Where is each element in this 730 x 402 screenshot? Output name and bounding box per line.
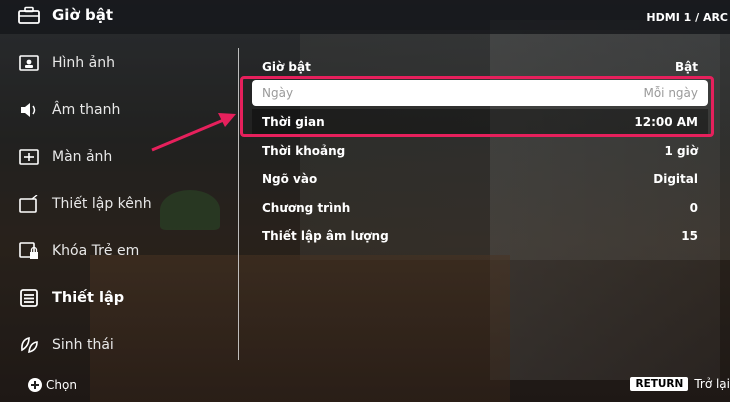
setting-label: Giờ bật <box>262 60 311 74</box>
sidebar-item-label: Khóa Trẻ em <box>52 243 140 259</box>
toolbox-icon <box>18 6 40 24</box>
sidebar-divider <box>238 48 239 360</box>
setting-row-duration[interactable]: Thời khoảng 1 giờ <box>252 138 708 164</box>
sidebar-item-eco[interactable]: Sinh thái <box>18 330 114 360</box>
pointer-arrow-icon <box>151 113 236 152</box>
select-hint: Chọn <box>28 378 77 392</box>
setting-label: Ngõ vào <box>262 172 318 186</box>
eco-leaf-icon <box>18 334 40 356</box>
sidebar-item-screen[interactable]: Màn ảnh <box>18 142 112 172</box>
return-label: Trở lại <box>694 377 730 391</box>
settings-list-icon <box>18 287 40 309</box>
header-bar: Giờ bật HDMI 1 / ARC <box>0 0 730 34</box>
setting-value: 1 giờ <box>664 144 698 158</box>
select-label: Chọn <box>46 378 77 392</box>
sidebar-item-label: Hình ảnh <box>52 55 115 71</box>
setting-value: Digital <box>653 172 698 186</box>
footer-bar: Chọn RETURN Trở lại <box>0 368 730 402</box>
input-source-label: HDMI 1 / ARC <box>646 11 728 24</box>
sidebar-item-label: Thiết lập <box>52 290 125 306</box>
sidebar-item-label: Thiết lập kênh <box>52 196 152 212</box>
sidebar: Hình ảnh Âm thanh Màn ảnh Thiết lập kênh… <box>0 34 238 364</box>
setting-value: 0 <box>689 201 698 215</box>
setting-row-program[interactable]: Chương trình 0 <box>252 195 708 221</box>
sidebar-item-channel-setup[interactable]: Thiết lập kênh <box>18 189 152 219</box>
sidebar-item-sound[interactable]: Âm thanh <box>18 95 120 125</box>
speaker-icon <box>18 99 40 121</box>
sidebar-item-label: Âm thanh <box>52 102 121 118</box>
setting-value: 15 <box>681 229 698 243</box>
picture-icon <box>18 52 40 74</box>
return-hint: RETURN Trở lại <box>630 377 730 391</box>
sidebar-item-settings[interactable]: Thiết lập <box>18 283 124 313</box>
dpad-icon <box>28 378 42 392</box>
setting-row-input[interactable]: Ngõ vào Digital <box>252 166 708 192</box>
channel-setup-icon <box>18 193 40 215</box>
parental-lock-icon <box>18 240 40 262</box>
setting-label: Thời khoảng <box>262 144 346 158</box>
return-key-badge[interactable]: RETURN <box>630 377 689 391</box>
sidebar-item-label: Màn ảnh <box>52 149 113 165</box>
sidebar-item-picture[interactable]: Hình ảnh <box>18 48 115 78</box>
page-title: Giờ bật <box>52 6 114 24</box>
sidebar-item-label: Sinh thái <box>52 337 114 353</box>
setting-value: Bật <box>675 60 698 74</box>
setting-label: Chương trình <box>262 201 351 215</box>
highlight-callout-box <box>240 76 714 137</box>
sidebar-item-parental-lock[interactable]: Khóa Trẻ em <box>18 236 139 266</box>
setting-row-volume[interactable]: Thiết lập âm lượng 15 <box>252 223 708 249</box>
screen-icon <box>18 146 40 168</box>
setting-label: Thiết lập âm lượng <box>262 229 389 243</box>
